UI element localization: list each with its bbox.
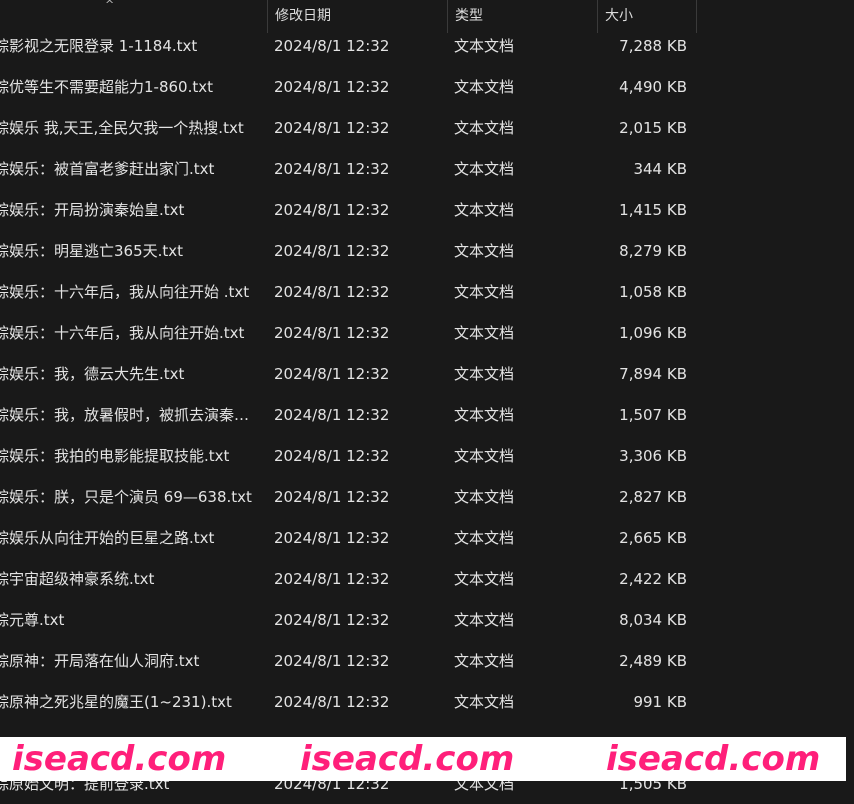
file-modified-date: 2024/8/1 12:32 <box>274 693 390 711</box>
file-type: 文本文档 <box>454 406 515 424</box>
file-modified-date: 2024/8/1 12:32 <box>274 406 390 424</box>
file-row[interactable]: 综娱乐：十六年后，我从向往开始.txt 2024/8/1 12:32 文本文档 1,0… <box>0 313 854 354</box>
file-name: 综娱乐：开局扮演秦始皇.txt <box>0 201 185 219</box>
file-size: 2,489 KB <box>619 652 687 670</box>
file-row[interactable]: 综娱乐 我,天王,全民欠我一个热搜.txt 2024/8/1 12:32 文本文档 2… <box>0 108 854 149</box>
file-type: 文本文档 <box>454 447 515 465</box>
file-size: 8,034 KB <box>619 611 687 629</box>
file-size: 4,490 KB <box>619 78 687 96</box>
watermark-text: iseacd.com <box>300 739 515 779</box>
file-name: 综娱乐：朕，只是个演员 69—638.txt <box>0 488 252 506</box>
file-size: 1,058 KB <box>619 283 687 301</box>
watermark-banner: iseacd.com iseacd.com iseacd.com <box>0 737 846 781</box>
file-name: 综娱乐：我拍的电影能提取技能.txt <box>0 447 230 465</box>
file-name: 综优等生不需要超能力1-860.txt <box>0 78 213 96</box>
file-modified-date: 2024/8/1 12:32 <box>274 242 390 260</box>
file-row[interactable]: 综娱乐：我拍的电影能提取技能.txt 2024/8/1 12:32 文本文档 3,30… <box>0 436 854 477</box>
column-header-type[interactable]: 类型 <box>447 0 597 33</box>
file-type: 文本文档 <box>454 488 515 506</box>
file-type: 文本文档 <box>454 78 515 96</box>
file-name: 综元尊.txt <box>0 611 65 629</box>
file-modified-date: 2024/8/1 12:32 <box>274 652 390 670</box>
file-modified-date: 2024/8/1 12:32 <box>274 119 390 137</box>
file-row[interactable]: 综宇宙超级神豪系统.txt 2024/8/1 12:32 文本文档 2,422 KB <box>0 559 854 600</box>
file-size: 2,665 KB <box>619 529 687 547</box>
file-modified-date: 2024/8/1 12:32 <box>274 324 390 342</box>
sort-ascending-icon: ^ <box>105 0 115 11</box>
file-type: 文本文档 <box>454 119 515 137</box>
file-size: 8,279 KB <box>619 242 687 260</box>
file-row[interactable]: 综优等生不需要超能力1-860.txt 2024/8/1 12:32 文本文档 4,4… <box>0 67 854 108</box>
file-row[interactable]: 综原神：开局落在仙人洞府.txt 2024/8/1 12:32 文本文档 2,489 … <box>0 641 854 682</box>
file-modified-date: 2024/8/1 12:32 <box>274 365 390 383</box>
file-size: 2,827 KB <box>619 488 687 506</box>
file-type: 文本文档 <box>454 693 515 711</box>
file-name: 综娱乐从向往开始的巨星之路.txt <box>0 529 215 547</box>
column-header-size-label: 大小 <box>605 8 633 24</box>
file-name: 综娱乐：我，德云大先生.txt <box>0 365 185 383</box>
file-modified-date: 2024/8/1 12:32 <box>274 488 390 506</box>
file-row[interactable]: 综娱乐：十六年后，我从向往开始 .txt 2024/8/1 12:32 文本文档 1,… <box>0 272 854 313</box>
column-header-type-label: 类型 <box>455 8 483 24</box>
file-row[interactable]: 综娱乐：开局扮演秦始皇.txt 2024/8/1 12:32 文本文档 1,415 K… <box>0 190 854 231</box>
file-modified-date: 2024/8/1 12:32 <box>274 160 390 178</box>
file-size: 344 KB <box>633 160 687 178</box>
file-size: 2,422 KB <box>619 570 687 588</box>
file-explorer: ^ 修改日期 类型 大小 综影视之无限登录 1-1184.txt 2024/8/1… <box>0 0 854 804</box>
file-name: 综娱乐 我,天王,全民欠我一个热搜.txt <box>0 119 244 137</box>
file-type: 文本文档 <box>454 529 515 547</box>
file-name: 综娱乐：十六年后，我从向往开始 .txt <box>0 283 250 301</box>
file-size: 1,415 KB <box>619 201 687 219</box>
file-row[interactable]: 综娱乐：我，放暑假时，被抓去演秦始... 2024/8/1 12:32 文本文档 1,… <box>0 395 854 436</box>
file-name: 综娱乐：被首富老爹赶出家门.txt <box>0 160 215 178</box>
file-name: 综宇宙超级神豪系统.txt <box>0 570 155 588</box>
file-type: 文本文档 <box>454 283 515 301</box>
watermark-text: iseacd.com <box>606 739 821 779</box>
file-name: 综原神：开局落在仙人洞府.txt <box>0 652 200 670</box>
file-name: 综娱乐：十六年后，我从向往开始.txt <box>0 324 245 342</box>
file-name: 综原神之死兆星的魔王(1~231).txt <box>0 693 232 711</box>
file-type: 文本文档 <box>454 365 515 383</box>
file-type: 文本文档 <box>454 160 515 178</box>
file-size: 991 KB <box>633 693 687 711</box>
file-type: 文本文档 <box>454 652 515 670</box>
watermark-text: iseacd.com <box>12 739 227 779</box>
file-modified-date: 2024/8/1 12:32 <box>274 529 390 547</box>
file-type: 文本文档 <box>454 570 515 588</box>
file-size: 2,015 KB <box>619 119 687 137</box>
column-header-bar: ^ 修改日期 类型 大小 <box>0 0 854 33</box>
file-modified-date: 2024/8/1 12:32 <box>274 201 390 219</box>
file-list: 综影视之无限登录 1-1184.txt 2024/8/1 12:32 文本文档 7,2… <box>0 26 854 804</box>
file-size: 7,894 KB <box>619 365 687 383</box>
column-header-size[interactable]: 大小 <box>597 0 697 33</box>
file-type: 文本文档 <box>454 611 515 629</box>
file-row[interactable]: 综娱乐从向往开始的巨星之路.txt 2024/8/1 12:32 文本文档 2,665… <box>0 518 854 559</box>
file-name: 综娱乐：我，放暑假时，被抓去演秦始... <box>0 406 256 424</box>
file-row[interactable]: 综娱乐：我，德云大先生.txt 2024/8/1 12:32 文本文档 7,894 K… <box>0 354 854 395</box>
file-row[interactable]: 综原神之死兆星的魔王(1~231).txt 2024/8/1 12:32 文本文档 9… <box>0 682 854 723</box>
file-modified-date: 2024/8/1 12:32 <box>274 78 390 96</box>
file-row[interactable]: 综元尊.txt 2024/8/1 12:32 文本文档 8,034 KB <box>0 600 854 641</box>
file-row[interactable]: 综娱乐：明星逃亡365天.txt 2024/8/1 12:32 文本文档 8,279 … <box>0 231 854 272</box>
file-size: 3,306 KB <box>619 447 687 465</box>
file-modified-date: 2024/8/1 12:32 <box>274 283 390 301</box>
file-type: 文本文档 <box>454 201 515 219</box>
file-size: 1,507 KB <box>619 406 687 424</box>
file-row[interactable]: 综娱乐：朕，只是个演员 69—638.txt 2024/8/1 12:32 文本文档… <box>0 477 854 518</box>
file-type: 文本文档 <box>454 242 515 260</box>
file-modified-date: 2024/8/1 12:32 <box>274 611 390 629</box>
column-header-name[interactable]: ^ <box>0 0 267 33</box>
file-type: 文本文档 <box>454 324 515 342</box>
file-name: 综娱乐：明星逃亡365天.txt <box>0 242 184 260</box>
file-modified-date: 2024/8/1 12:32 <box>274 447 390 465</box>
column-header-date-label: 修改日期 <box>275 8 331 24</box>
column-header-date[interactable]: 修改日期 <box>267 0 447 33</box>
file-size: 1,096 KB <box>619 324 687 342</box>
file-modified-date: 2024/8/1 12:32 <box>274 570 390 588</box>
file-row[interactable]: 综娱乐：被首富老爹赶出家门.txt 2024/8/1 12:32 文本文档 344 K… <box>0 149 854 190</box>
